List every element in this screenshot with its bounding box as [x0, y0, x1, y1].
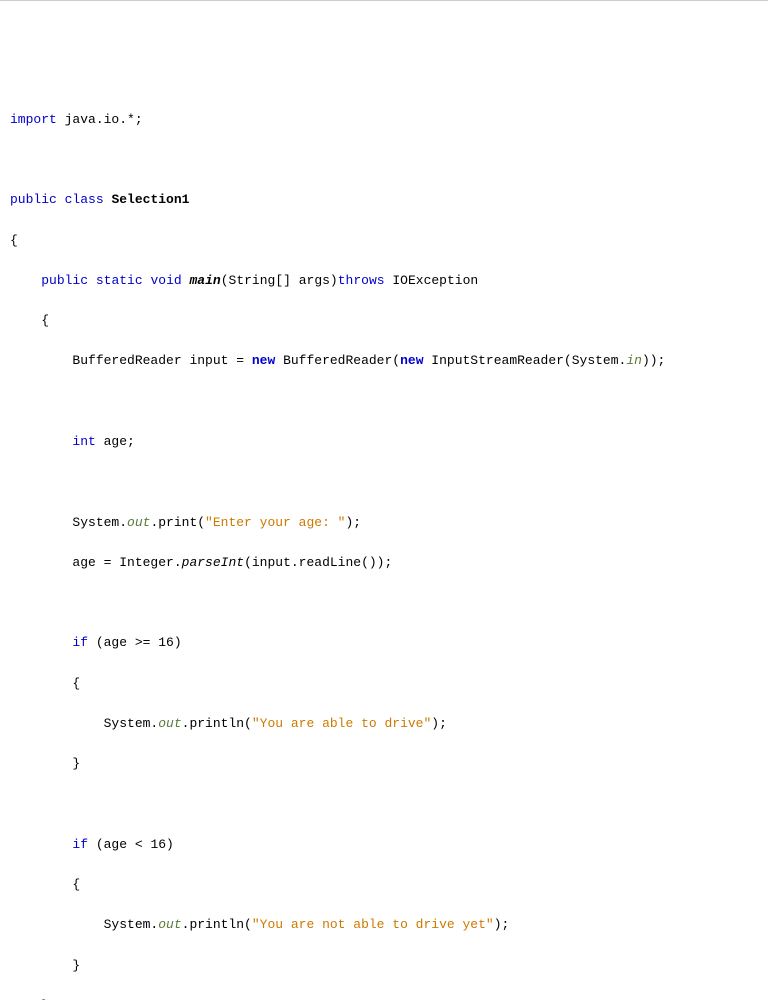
line-blank	[10, 794, 758, 814]
line-blank	[10, 593, 758, 613]
line-blank	[10, 472, 758, 492]
line-open-brace: {	[10, 875, 758, 895]
line-print-prompt: System.out.print("Enter your age: ");	[10, 513, 758, 533]
line-if2: if (age < 16)	[10, 835, 758, 855]
line-if1: if (age >= 16)	[10, 633, 758, 653]
line-close-brace: }	[10, 754, 758, 774]
line-age-assign: age = Integer.parseInt(input.readLine())…	[10, 553, 758, 573]
line-println-drive: System.out.println("You are able to driv…	[10, 714, 758, 734]
line-close-brace: }	[10, 996, 758, 1000]
line-blank	[10, 150, 758, 170]
line-open-brace: {	[10, 231, 758, 251]
line-import: import java.io.*;	[10, 110, 758, 130]
line-println-nodrive: System.out.println("You are not able to …	[10, 915, 758, 935]
line-bufreader: BufferedReader input = new BufferedReade…	[10, 351, 758, 371]
line-main-decl: public static void main(String[] args)th…	[10, 271, 758, 291]
line-int-age: int age;	[10, 432, 758, 452]
line-class-decl: public class Selection1	[10, 190, 758, 210]
line-close-brace: }	[10, 956, 758, 976]
line-blank	[10, 392, 758, 412]
line-open-brace: {	[10, 674, 758, 694]
code-block: import java.io.*; public class Selection…	[10, 90, 758, 1000]
line-open-brace: {	[10, 311, 758, 331]
